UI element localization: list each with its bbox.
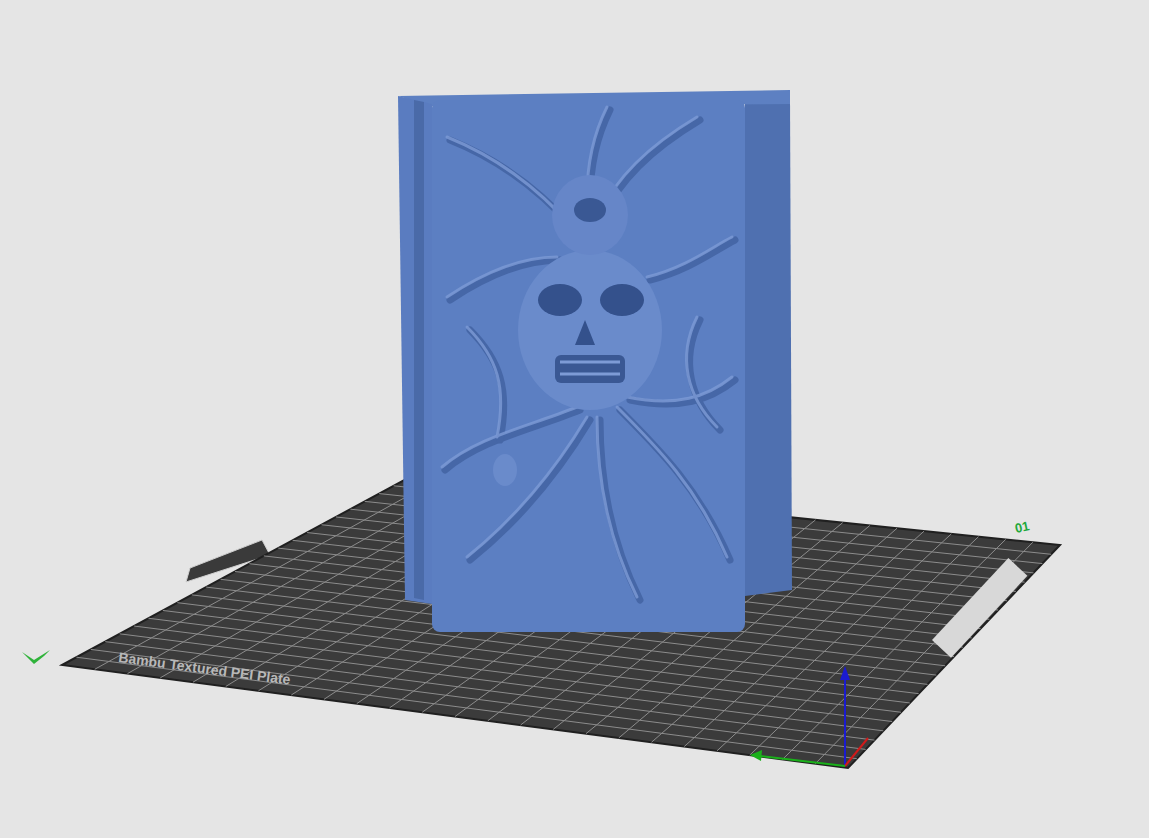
plate-edit-icon[interactable] [22,650,50,664]
scene[interactable]: Bambu Textured PEI Plate 01 [0,0,1149,838]
plate-number[interactable]: 01 [1014,518,1031,536]
plate-sticker [932,558,1027,658]
plate-label: Bambu Textured PEI Plate [118,649,292,688]
axis-gizmo [750,666,868,766]
book-model[interactable] [398,90,792,632]
3d-viewport[interactable]: Bambu Textured PEI Plate 01 [0,0,1149,838]
